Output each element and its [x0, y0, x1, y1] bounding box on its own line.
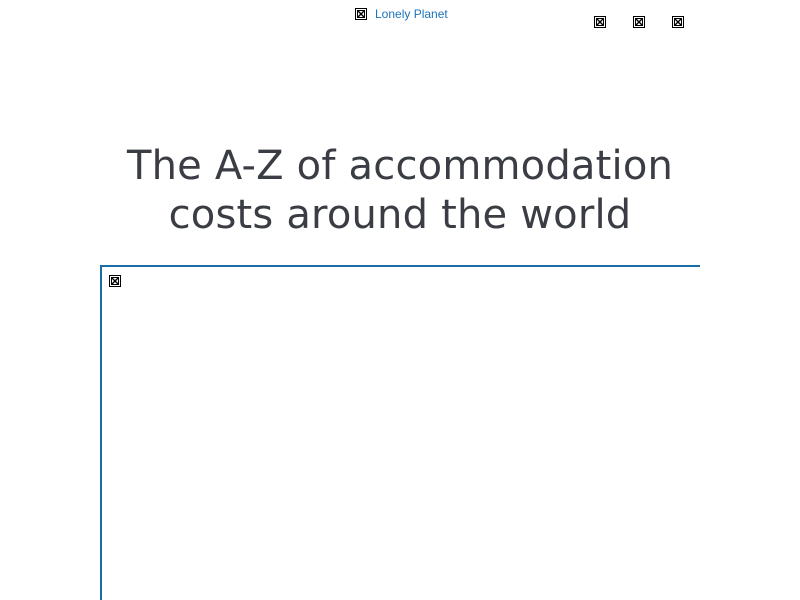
lonely-planet-logo-link[interactable]: Lonely Planet	[375, 7, 448, 21]
embedded-content-frame	[100, 265, 700, 600]
header-action-2-broken-image-icon[interactable]	[633, 16, 645, 28]
article-title: The A-Z of accommodation costs around th…	[0, 142, 800, 240]
embed-broken-image-icon	[109, 275, 121, 287]
article-title-line-2: costs around the world	[168, 192, 632, 238]
article-title-line-1: The A-Z of accommodation	[126, 143, 674, 189]
header-action-3-broken-image-icon[interactable]	[672, 16, 684, 28]
header-action-1-broken-image-icon[interactable]	[594, 16, 606, 28]
page: Lonely Planet The A-Z of accommodation c…	[0, 0, 800, 600]
logo-broken-image-icon	[355, 8, 367, 20]
